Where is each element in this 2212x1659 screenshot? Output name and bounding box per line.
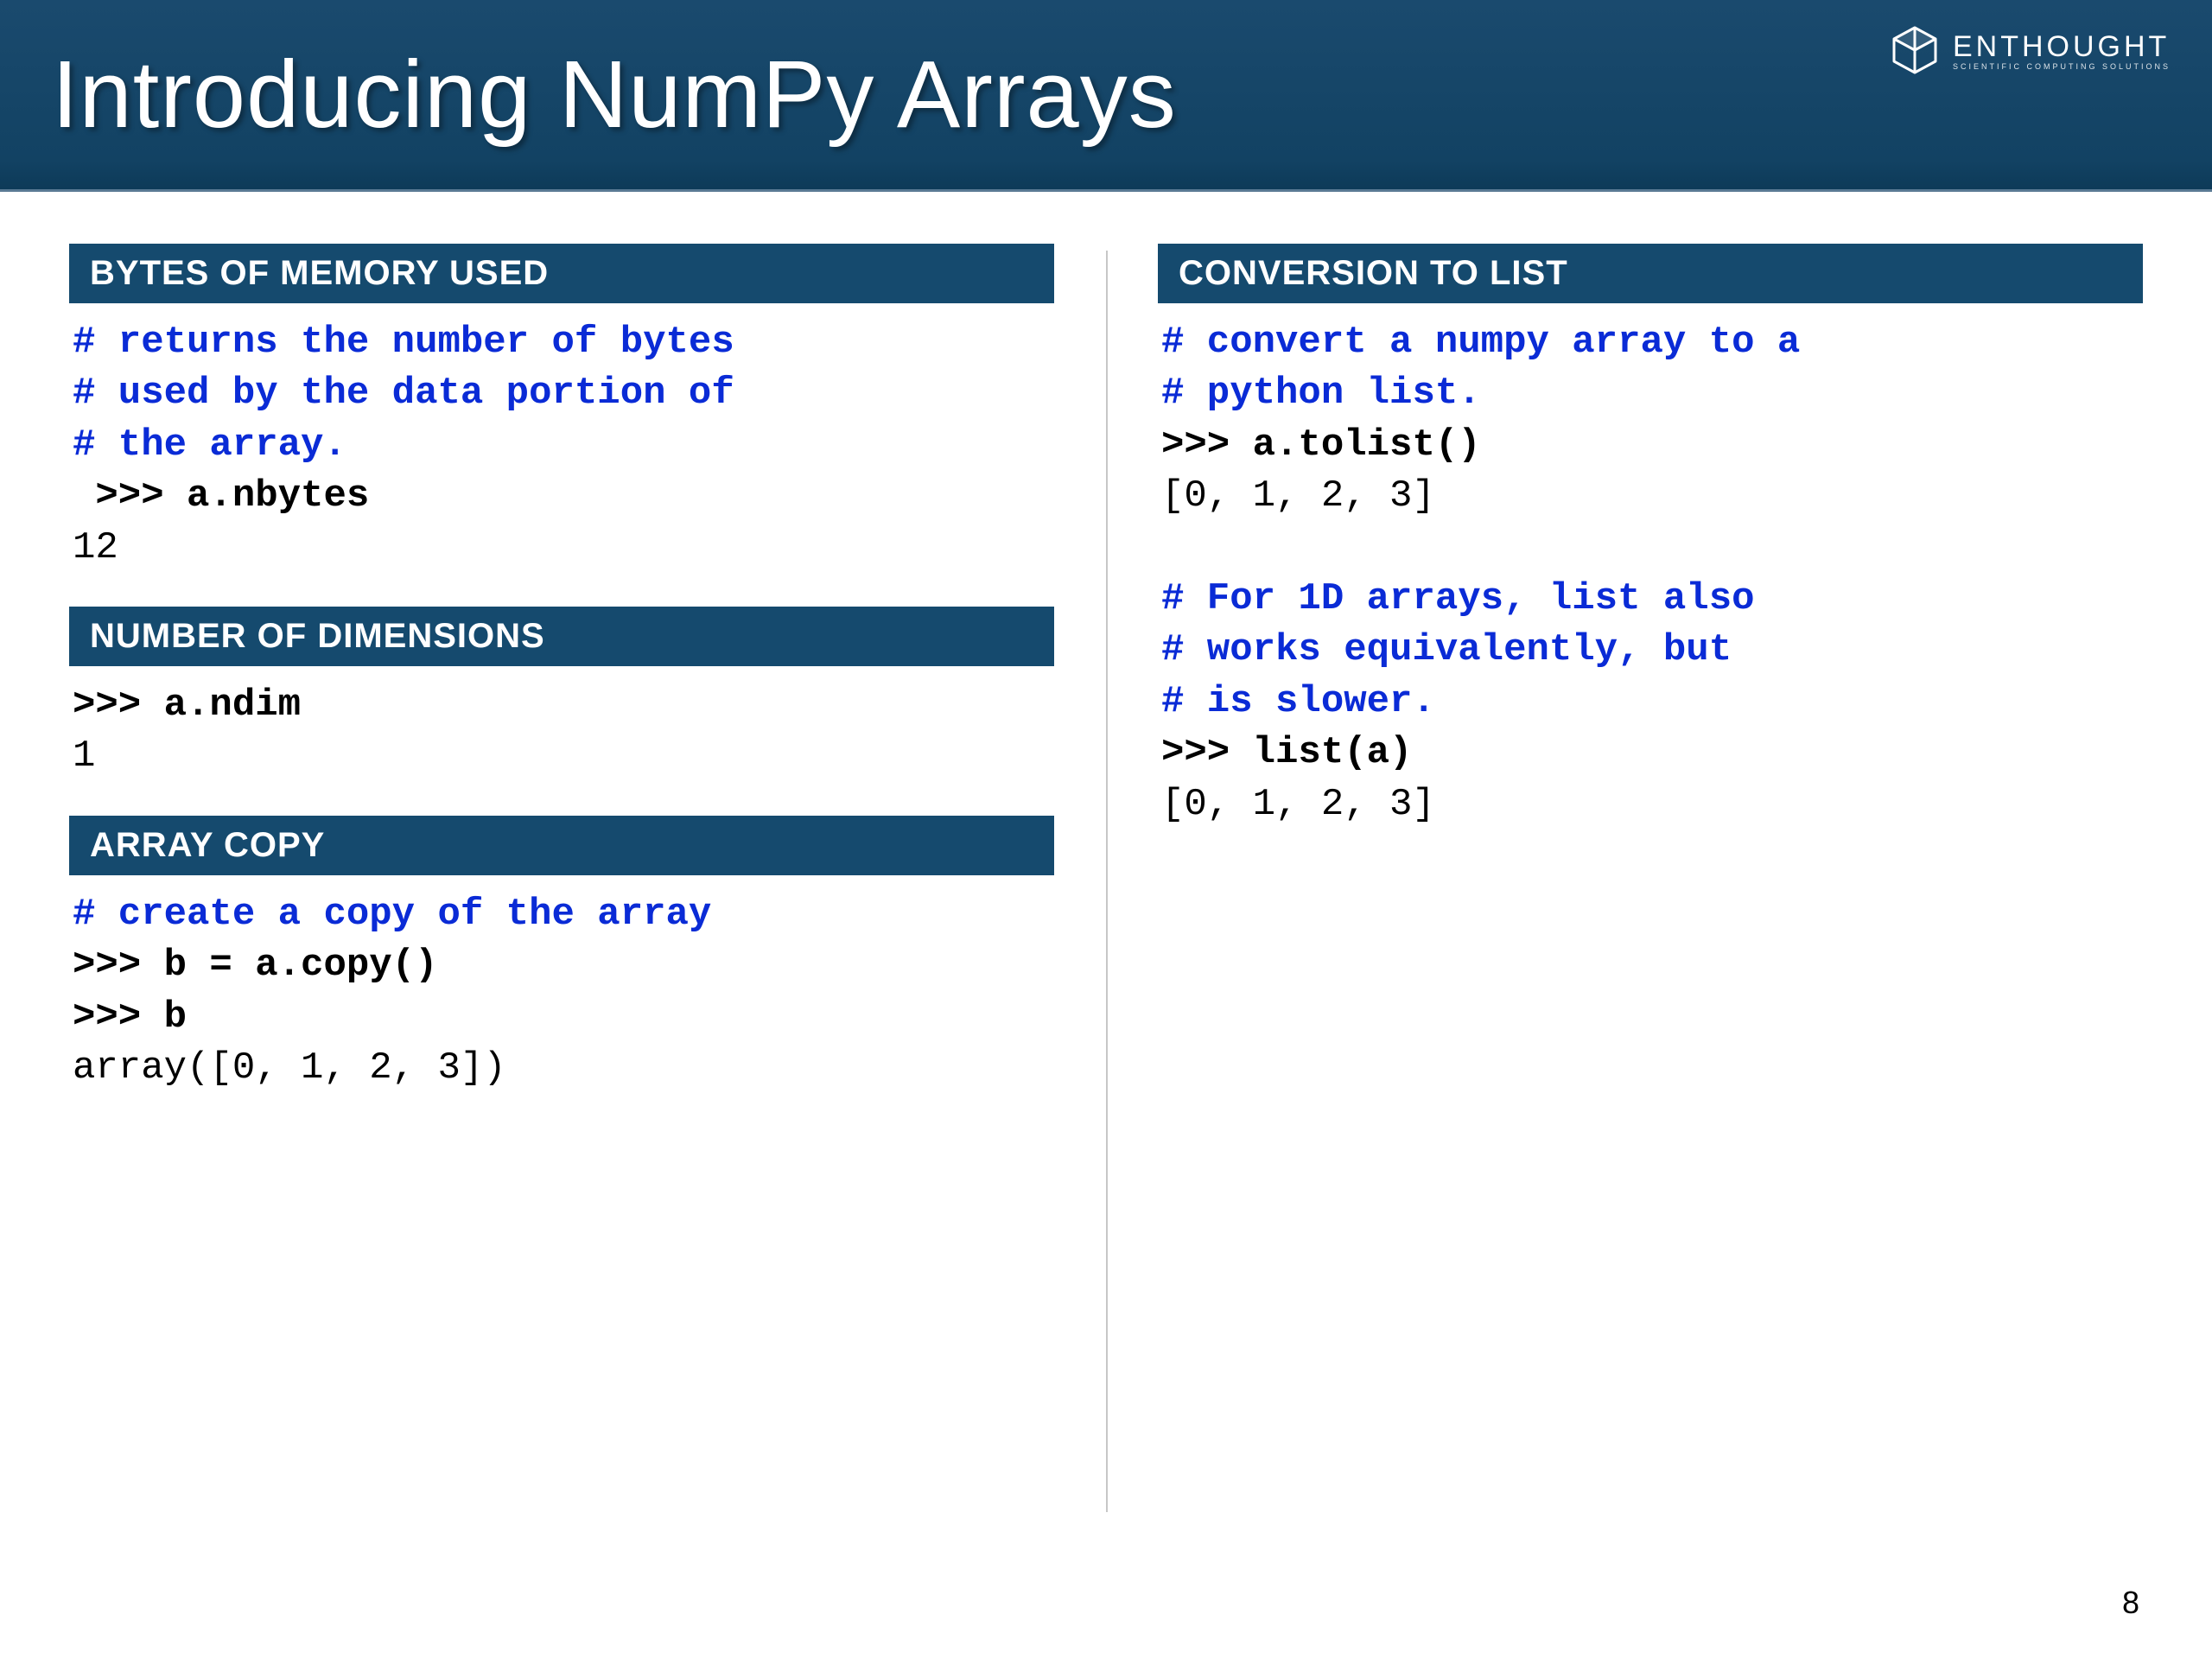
code-prompt: >>> a.tolist() — [1161, 423, 1481, 467]
code-block: # convert a numpy array to a # python li… — [1158, 317, 2143, 830]
brand-logo: ENTHOUGHT SCIENTIFIC COMPUTING SOLUTIONS — [1889, 24, 2171, 76]
content-area: BYTES OF MEMORY USED # returns the numbe… — [0, 192, 2212, 1659]
section-copy: ARRAY COPY # create a copy of the array … — [69, 816, 1054, 1095]
section-header: NUMBER OF DIMENSIONS — [69, 607, 1054, 666]
code-prompt: >>> a.nbytes — [73, 474, 369, 518]
logo-tagline: SCIENTIFIC COMPUTING SOLUTIONS — [1953, 62, 2171, 71]
logo-icon — [1889, 24, 1941, 76]
section-header: ARRAY COPY — [69, 816, 1054, 875]
code-output: 12 — [73, 526, 118, 569]
logo-text: ENTHOUGHT SCIENTIFIC COMPUTING SOLUTIONS — [1953, 30, 2171, 71]
code-comment: # python list. — [1161, 372, 1481, 415]
code-comment: # used by the data portion of — [73, 372, 734, 415]
section-header: BYTES OF MEMORY USED — [69, 244, 1054, 303]
code-block: # returns the number of bytes # used by … — [69, 317, 1054, 574]
code-output: [0, 1, 2, 3] — [1161, 783, 1435, 826]
logo-name-light: EN — [1953, 30, 2000, 63]
code-comment: # works equivalently, but — [1161, 628, 1732, 671]
code-comment: # convert a numpy array to a — [1161, 321, 1800, 364]
code-prompt: >>> b = a.copy() — [73, 944, 437, 987]
code-block: # create a copy of the array >>> b = a.c… — [69, 889, 1054, 1095]
title-bar: Introducing NumPy Arrays ENTHOUGHT — [0, 0, 2212, 192]
right-column: CONVERSION TO LIST # convert a numpy arr… — [1158, 244, 2143, 1642]
column-divider — [1106, 251, 1108, 1512]
code-output: array([0, 1, 2, 3]) — [73, 1046, 506, 1090]
section-bytes: BYTES OF MEMORY USED # returns the numbe… — [69, 244, 1054, 574]
code-block: >>> a.ndim 1 — [69, 680, 1054, 783]
code-prompt: >>> b — [73, 995, 187, 1039]
slide: Introducing NumPy Arrays ENTHOUGHT — [0, 0, 2212, 1659]
code-output: 1 — [73, 734, 95, 778]
code-comment: # For 1D arrays, list also — [1161, 577, 1755, 620]
code-prompt: >>> list(a) — [1161, 731, 1412, 774]
logo-name-bold: THOUGHT — [2000, 30, 2170, 63]
code-prompt: >>> a.ndim — [73, 683, 301, 727]
slide-title: Introducing NumPy Arrays — [52, 40, 2160, 149]
code-comment: # is slower. — [1161, 680, 1435, 723]
page-number: 8 — [2122, 1585, 2139, 1621]
code-comment: # the array. — [73, 423, 346, 467]
code-blank — [1161, 526, 1184, 569]
left-column: BYTES OF MEMORY USED # returns the numbe… — [69, 244, 1054, 1642]
code-output: [0, 1, 2, 3] — [1161, 474, 1435, 518]
code-comment: # returns the number of bytes — [73, 321, 734, 364]
section-tolist: CONVERSION TO LIST # convert a numpy arr… — [1158, 244, 2143, 830]
section-header: CONVERSION TO LIST — [1158, 244, 2143, 303]
code-comment: # create a copy of the array — [73, 893, 711, 936]
section-ndim: NUMBER OF DIMENSIONS >>> a.ndim 1 — [69, 607, 1054, 783]
